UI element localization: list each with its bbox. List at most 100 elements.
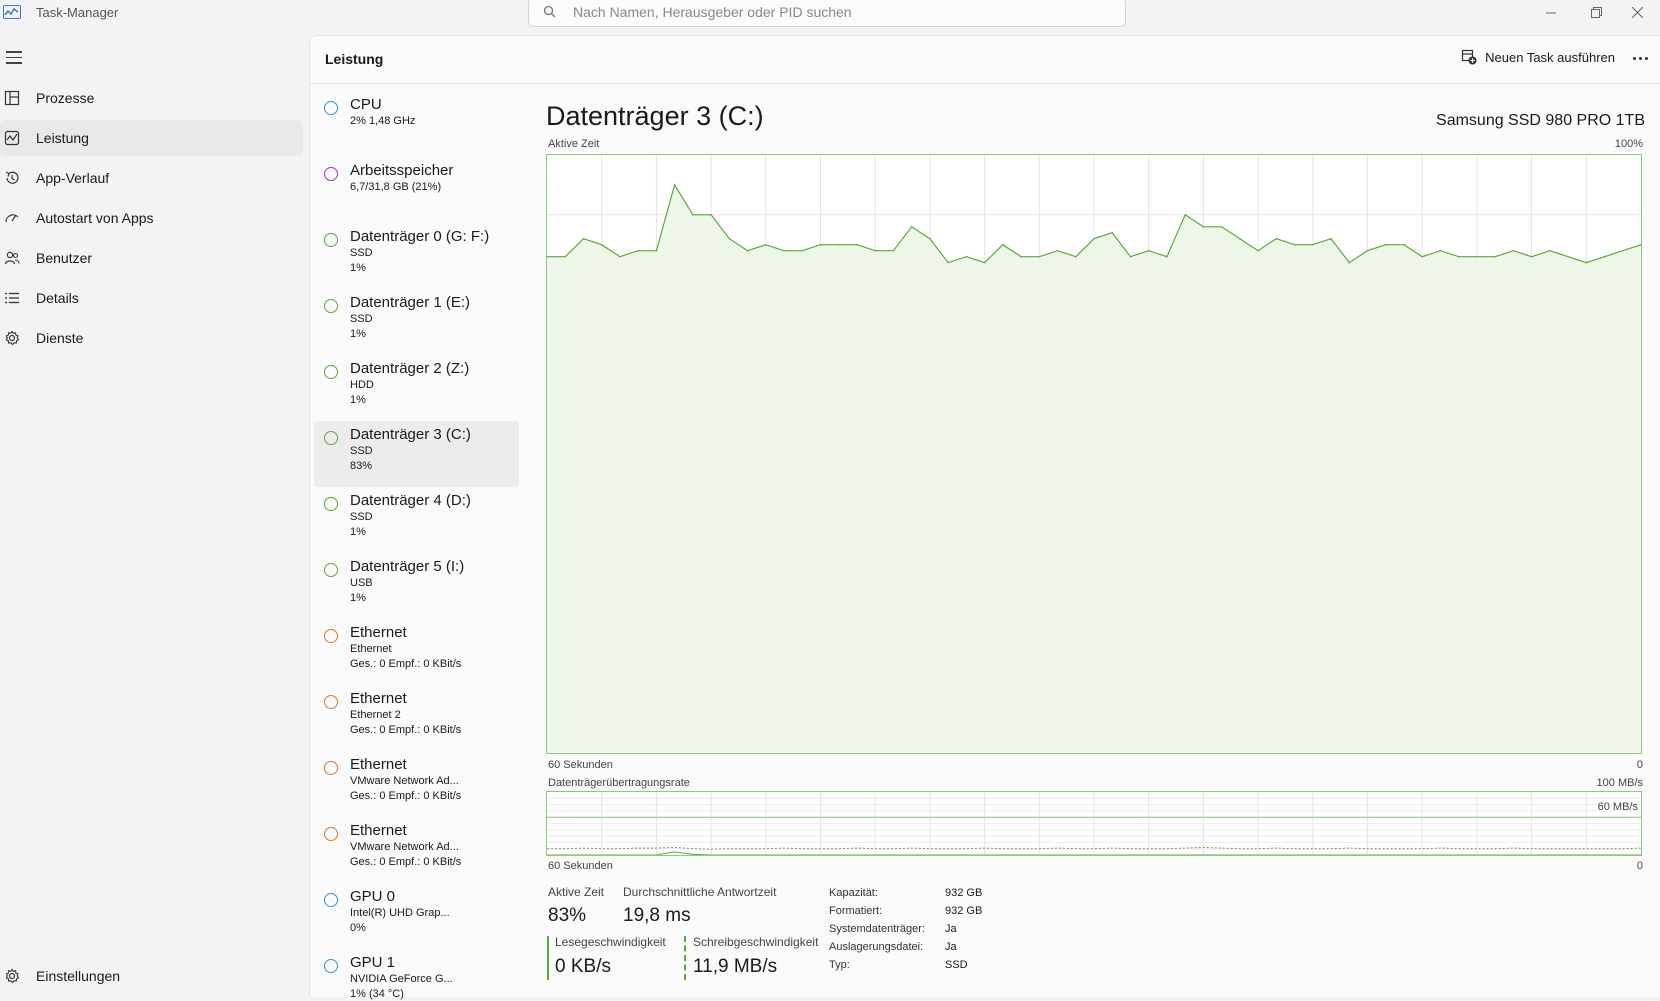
active-time-point <box>582 237 585 240</box>
search-icon <box>543 5 556 18</box>
active-time-point <box>728 237 731 240</box>
device-detail: 83% <box>350 460 373 472</box>
chart2-max-label: 100 MB/s <box>1596 777 1643 789</box>
active-time-point <box>564 255 567 258</box>
sidebar-item-autostart[interactable]: Autostart von Apps <box>0 200 303 236</box>
active-time-point <box>1111 231 1114 234</box>
active-time-chart-svg <box>546 155 1642 753</box>
device-list-item[interactable]: Datenträger 4 (D:) SSD 1% <box>314 487 519 553</box>
device-detail: Ges.: 0 Empf.: 0 KBit/s <box>350 724 462 736</box>
main-panel: Leistung Neuen Task ausführen CPU 2% 1,48… <box>309 35 1660 1000</box>
startup-icon <box>0 210 30 226</box>
device-list-item[interactable]: Datenträger 5 (I:) USB 1% <box>314 553 519 619</box>
sidebar-item-label: Einstellungen <box>36 968 121 984</box>
device-name: CPU <box>350 96 382 113</box>
new-task-button[interactable]: Neuen Task ausführen <box>1461 49 1615 65</box>
device-list-item[interactable]: Ethernet VMware Network Ad... Ges.: 0 Empf… <box>314 751 519 817</box>
active-time-point <box>1530 255 1533 258</box>
active-time-point <box>1074 255 1077 258</box>
device-status-ring-icon <box>324 365 338 379</box>
search-input[interactable] <box>573 2 1103 22</box>
device-list-item[interactable]: Datenträger 1 (E:) SSD 1% <box>314 289 519 355</box>
device-detail: HDD <box>350 379 374 391</box>
transfer-rate-chart: 60 MB/s <box>546 791 1642 856</box>
active-time-point <box>1476 255 1478 258</box>
active-time-point <box>1312 243 1314 246</box>
active-time-point <box>892 249 895 252</box>
device-list-item[interactable]: Datenträger 3 (C:) SSD 83% <box>314 421 519 487</box>
active-time-point <box>801 249 804 252</box>
device-status-ring-icon <box>324 101 338 115</box>
chart1-min-label: 0 <box>1636 759 1643 771</box>
restore-button[interactable] <box>1573 0 1619 24</box>
minimize-button[interactable] <box>1528 0 1574 24</box>
processes-icon <box>0 90 30 106</box>
device-list-item[interactable]: GPU 1 NVIDIA GeForce G... 1% (34 °C) <box>314 949 519 1001</box>
device-list-item[interactable]: Ethernet VMware Network Ad... Ges.: 0 Empf… <box>314 817 519 883</box>
device-detail: 1% (34 °C) <box>350 988 404 1000</box>
device-detail: 1% <box>350 394 366 406</box>
active-time-point <box>1512 249 1515 252</box>
device-name: Ethernet <box>350 624 407 641</box>
device-status-ring-icon <box>324 959 338 973</box>
active-time-point <box>637 249 639 252</box>
settings-gear-icon <box>0 968 30 984</box>
hamburger-menu-icon[interactable] <box>6 51 22 65</box>
device-status-ring-icon <box>324 695 338 709</box>
title-bar: Task-Manager <box>0 0 1660 27</box>
device-list-item[interactable]: Datenträger 2 (Z:) HDD 1% <box>314 355 519 421</box>
more-options-button[interactable] <box>1628 48 1652 68</box>
device-detail: Ges.: 0 Empf.: 0 KBit/s <box>350 658 462 670</box>
active-time-point <box>1457 255 1460 258</box>
close-button[interactable] <box>1614 0 1660 24</box>
active-time-point <box>947 261 949 264</box>
device-list-item[interactable]: GPU 0 Intel(R) UHD Grap... 0% <box>314 883 519 949</box>
device-detail: Ethernet <box>350 643 392 655</box>
device-name: Datenträger 4 (D:) <box>350 492 471 509</box>
active-time-point <box>1421 255 1423 258</box>
device-detail: VMware Network Ad... <box>350 841 459 853</box>
sidebar-item-details[interactable]: Details <box>0 280 303 316</box>
property-key: Systemdatenträger: <box>829 923 925 935</box>
active-time-point <box>1147 249 1150 252</box>
device-list-item[interactable]: Ethernet Ethernet 2 Ges.: 0 Empf.: 0 KBit/… <box>314 685 519 751</box>
search-box[interactable] <box>528 0 1126 27</box>
active-time-point <box>856 243 858 246</box>
active-time-point <box>1603 255 1606 258</box>
sidebar-item-label: Details <box>36 290 79 306</box>
sidebar-item-dienste[interactable]: Dienste <box>0 320 303 356</box>
device-detail: Intel(R) UHD Grap... <box>350 907 450 919</box>
chart1-time-label: 60 Sekunden <box>548 759 613 771</box>
device-list-item[interactable]: Ethernet Ethernet Ges.: 0 Empf.: 0 KBit/s <box>314 619 519 685</box>
active-time-chart <box>546 154 1642 754</box>
new-task-icon <box>1462 49 1477 65</box>
active-time-point <box>1567 255 1569 258</box>
page-title: Leistung <box>325 51 384 67</box>
active-time-point <box>1293 243 1296 246</box>
active-time-point <box>1220 225 1223 228</box>
device-name: GPU 0 <box>350 888 396 905</box>
active-time-point <box>765 243 767 246</box>
sidebar-item-prozesse[interactable]: Prozesse <box>0 80 303 116</box>
device-list-item[interactable]: CPU 2% 1,48 GHz <box>314 91 519 157</box>
sidebar-item-einstellungen[interactable]: Einstellungen <box>0 958 303 994</box>
property-key: Auslagerungsdatei: <box>829 941 924 953</box>
device-name: Datenträger 2 (Z:) <box>350 360 470 377</box>
device-model: Samsung SSD 980 PRO 1TB <box>1436 112 1645 129</box>
device-detail: Ethernet 2 <box>350 709 401 721</box>
active-time-point <box>983 261 986 264</box>
device-status-ring-icon <box>324 629 338 643</box>
device-detail: 1% <box>350 328 366 340</box>
device-detail: Ges.: 0 Empf.: 0 KBit/s <box>350 856 462 868</box>
sidebar-item-leistung[interactable]: Leistung <box>0 120 303 156</box>
device-list-item[interactable]: Arbeitsspeicher 6,7/31,8 GB (21%) <box>314 157 519 223</box>
active-time-point <box>600 243 603 246</box>
device-list-item[interactable]: Datenträger 0 (G: F:) SSD 1% <box>314 223 519 289</box>
sidebar-item-label: Prozesse <box>36 90 95 106</box>
sidebar-item-app-verlauf[interactable]: App-Verlauf <box>0 160 303 196</box>
sidebar-item-benutzer[interactable]: Benutzer <box>0 240 303 276</box>
active-time-point <box>655 249 658 252</box>
property-key: Typ: <box>829 959 850 971</box>
property-key: Formatiert: <box>829 905 883 917</box>
property-value: Ja <box>945 923 957 935</box>
